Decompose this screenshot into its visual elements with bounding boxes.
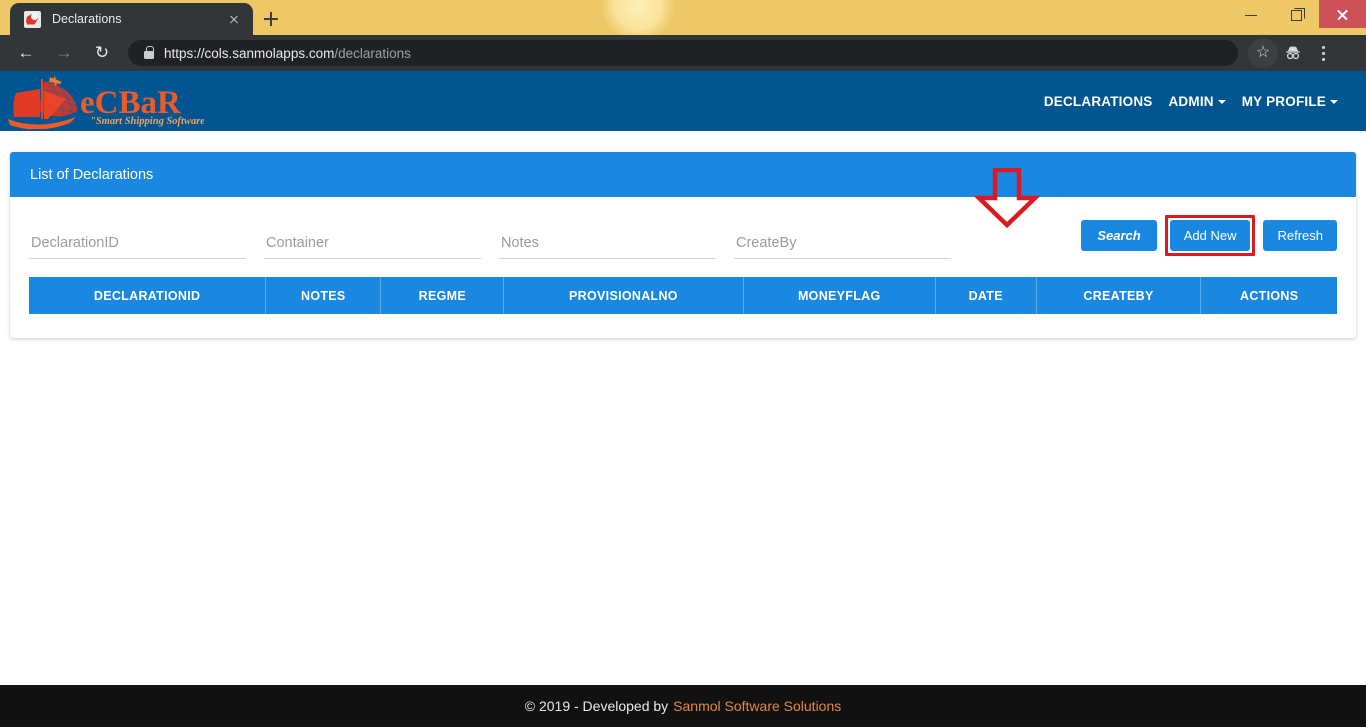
add-new-button[interactable]: Add New <box>1169 220 1251 251</box>
panel-body: Search Add New Refresh DECLARATIONID NOT… <box>10 168 1356 338</box>
ecbar-logo-graphic: eCBaR "Smart Shipping Software" <box>8 75 204 129</box>
column-regme[interactable]: REGME <box>380 277 504 314</box>
maximize-icon[interactable] <box>1274 0 1319 28</box>
tab-title: Declarations <box>52 12 122 26</box>
close-window-icon[interactable] <box>1319 0 1366 28</box>
chrome-menu-icon[interactable] <box>1308 38 1338 68</box>
close-icon[interactable] <box>225 10 243 28</box>
reload-glyph: ↻ <box>94 43 110 62</box>
chevron-down-icon <box>1217 99 1226 104</box>
add-new-highlight-box: Add New <box>1164 215 1256 256</box>
column-notes[interactable]: NOTES <box>265 277 381 314</box>
site-footer: © 2019 - Developed by Sanmol Software So… <box>0 685 1366 727</box>
create-by-input[interactable] <box>734 231 951 253</box>
site-favicon <box>24 10 41 28</box>
nav-link-admin[interactable]: ADMIN <box>1160 86 1233 117</box>
url-origin: https://cols.sanmolapps.com <box>164 45 335 61</box>
search-filters: Search Add New Refresh <box>29 213 1337 259</box>
footer-company-link[interactable]: Sanmol Software Solutions <box>673 698 841 714</box>
search-button[interactable]: Search <box>1081 220 1157 251</box>
incognito-glyph <box>1278 38 1308 68</box>
new-tab-button[interactable] <box>258 6 284 32</box>
nav-link-admin-label: ADMIN <box>1168 93 1214 109</box>
page-title: List of Declarations <box>30 166 154 183</box>
create-by-field[interactable] <box>734 231 951 259</box>
navbar-links: DECLARATIONS ADMIN MY PROFILE <box>1036 86 1354 117</box>
declaration-id-input[interactable] <box>29 231 246 253</box>
nav-link-declarations[interactable]: DECLARATIONS <box>1036 86 1161 117</box>
url-path: /declarations <box>334 45 411 61</box>
chevron-down-icon <box>1330 99 1338 104</box>
forward-icon[interactable]: → <box>50 39 78 67</box>
declarations-table: DECLARATIONID NOTES REGME PROVISIONALNO … <box>29 277 1337 314</box>
column-declarationid[interactable]: DECLARATIONID <box>29 277 266 314</box>
column-date[interactable]: DATE <box>934 277 1037 314</box>
declaration-id-field[interactable] <box>29 231 246 259</box>
footer-copyright: © 2019 - Developed by <box>524 698 669 714</box>
column-actions[interactable]: ACTIONS <box>1200 277 1337 314</box>
panel-header: List of Declarations <box>10 152 1356 197</box>
column-moneyflag[interactable]: MONEYFLAG <box>742 277 936 314</box>
browser-window: Declarations ← → ↻ https://cols.sanmolap… <box>0 0 1366 727</box>
browser-tab-declarations[interactable]: Declarations <box>10 3 253 35</box>
column-provisionalno[interactable]: PROVISIONALNO <box>503 277 744 314</box>
nav-link-my-profile-label: MY PROFILE <box>1241 93 1326 109</box>
table-header: DECLARATIONID NOTES REGME PROVISIONALNO … <box>29 277 1337 314</box>
toolbar-icons: ☆ <box>1248 38 1338 68</box>
back-glyph: ← <box>17 43 35 62</box>
refresh-button[interactable]: Refresh <box>1263 220 1337 251</box>
bookmark-star-icon[interactable]: ☆ <box>1248 38 1278 68</box>
minimize-icon[interactable] <box>1229 0 1274 28</box>
menu-dots <box>1308 38 1338 68</box>
reload-icon[interactable]: ↻ <box>88 39 116 67</box>
nav-link-my-profile[interactable]: MY PROFILE <box>1234 86 1346 117</box>
forward-glyph: → <box>55 43 73 62</box>
tab-strip: Declarations <box>0 0 1366 35</box>
notes-input[interactable] <box>499 231 716 253</box>
address-bar[interactable]: https://cols.sanmolapps.com/declarations <box>128 40 1238 66</box>
container-field[interactable] <box>264 231 481 259</box>
lock-icon <box>144 45 154 59</box>
filter-buttons: Search Add New Refresh <box>1081 215 1337 256</box>
site-navbar: eCBaR "Smart Shipping Software" DECLARAT… <box>0 71 1366 131</box>
logo-tagline: "Smart Shipping Software" <box>90 116 204 127</box>
window-controls <box>1229 0 1366 28</box>
page-content: eCBaR "Smart Shipping Software" DECLARAT… <box>0 71 1366 727</box>
star-glyph: ☆ <box>1255 44 1271 61</box>
notes-field[interactable] <box>499 231 716 259</box>
back-icon[interactable]: ← <box>12 39 40 67</box>
url-text: https://cols.sanmolapps.com/declarations <box>164 46 411 61</box>
site-logo[interactable]: eCBaR "Smart Shipping Software" <box>0 71 204 131</box>
declarations-panel: List of Declarations DeclarationID Conta… <box>10 152 1356 338</box>
column-createby[interactable]: CREATEBY <box>1035 277 1201 314</box>
container-input[interactable] <box>264 231 481 253</box>
window-glow-highlight <box>602 0 674 35</box>
table-header-row: DECLARATIONID NOTES REGME PROVISIONALNO … <box>29 277 1337 314</box>
browser-toolbar: ← → ↻ https://cols.sanmolapps.com/declar… <box>0 35 1366 71</box>
incognito-icon[interactable] <box>1278 38 1308 68</box>
